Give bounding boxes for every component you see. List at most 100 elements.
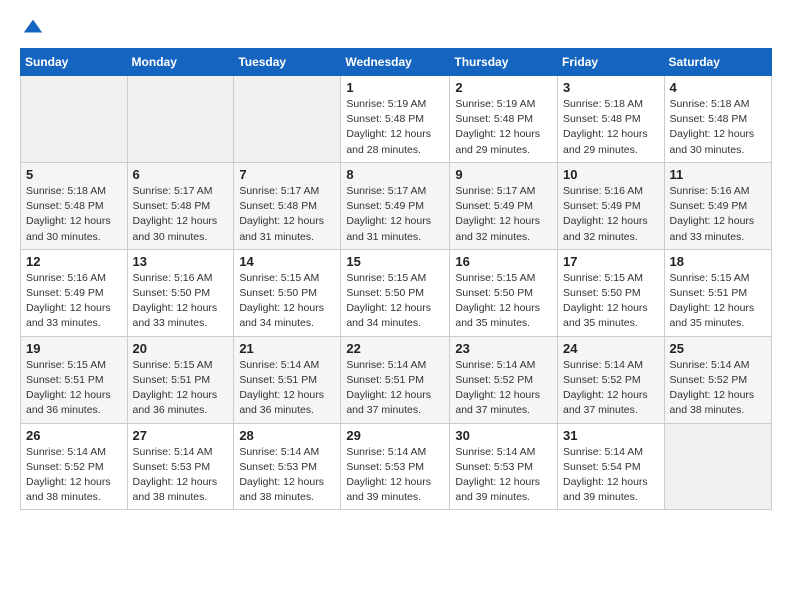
day-number: 20 — [133, 341, 229, 356]
day-info: Sunrise: 5:18 AM Sunset: 5:48 PM Dayligh… — [26, 184, 122, 245]
weekday-header: Saturday — [664, 49, 771, 76]
calendar-week-row: 5 Sunrise: 5:18 AM Sunset: 5:48 PM Daylig… — [21, 162, 772, 249]
calendar-cell — [664, 423, 771, 510]
day-info: Sunrise: 5:15 AM Sunset: 5:51 PM Dayligh… — [670, 271, 766, 332]
day-number: 24 — [563, 341, 659, 356]
day-number: 16 — [455, 254, 552, 269]
day-info: Sunrise: 5:14 AM Sunset: 5:52 PM Dayligh… — [455, 358, 552, 419]
day-number: 15 — [346, 254, 444, 269]
day-info: Sunrise: 5:14 AM Sunset: 5:52 PM Dayligh… — [563, 358, 659, 419]
calendar-cell: 17 Sunrise: 5:15 AM Sunset: 5:50 PM Dayli… — [558, 249, 665, 336]
day-info: Sunrise: 5:15 AM Sunset: 5:50 PM Dayligh… — [346, 271, 444, 332]
day-number: 8 — [346, 167, 444, 182]
calendar-cell: 22Sunrise: 5:14 AM Sunset: 5:51 PM Dayli… — [341, 336, 450, 423]
day-number: 14 — [239, 254, 335, 269]
day-info: Sunrise: 5:14 AM Sunset: 5:53 PM Dayligh… — [133, 445, 229, 506]
calendar-cell: 6 Sunrise: 5:17 AM Sunset: 5:48 PM Daylig… — [127, 162, 234, 249]
calendar-cell: 25 Sunrise: 5:14 AM Sunset: 5:52 PM Dayli… — [664, 336, 771, 423]
calendar-cell — [234, 76, 341, 163]
day-number: 7 — [239, 167, 335, 182]
day-info: Sunrise: 5:14 AM Sunset: 5:53 PM Dayligh… — [455, 445, 552, 506]
calendar-cell: 20 Sunrise: 5:15 AM Sunset: 5:51 PM Dayli… — [127, 336, 234, 423]
calendar-cell: 2 Sunrise: 5:19 AM Sunset: 5:48 PM Daylig… — [450, 76, 558, 163]
day-info: Sunrise: 5:16 AM Sunset: 5:49 PM Dayligh… — [670, 184, 766, 245]
day-info: Sunrise: 5:14 AM Sunset: 5:54 PM Dayligh… — [563, 445, 659, 506]
calendar-cell: 24 Sunrise: 5:14 AM Sunset: 5:52 PM Dayli… — [558, 336, 665, 423]
day-number: 29 — [346, 428, 444, 443]
calendar-cell — [127, 76, 234, 163]
day-info: Sunrise: 5:14 AM Sunset: 5:51 PM Dayligh… — [346, 358, 444, 419]
day-info: Sunrise: 5:19 AM Sunset: 5:48 PM Dayligh… — [346, 97, 444, 158]
day-number: 13 — [133, 254, 229, 269]
day-info: Sunrise: 5:16 AM Sunset: 5:49 PM Dayligh… — [563, 184, 659, 245]
calendar-cell: 11 Sunrise: 5:16 AM Sunset: 5:49 PM Dayli… — [664, 162, 771, 249]
calendar-cell: 7 Sunrise: 5:17 AM Sunset: 5:48 PM Daylig… — [234, 162, 341, 249]
calendar-cell: 27 Sunrise: 5:14 AM Sunset: 5:53 PM Dayli… — [127, 423, 234, 510]
calendar-cell: 30 Sunrise: 5:14 AM Sunset: 5:53 PM Dayli… — [450, 423, 558, 510]
weekday-header: Tuesday — [234, 49, 341, 76]
weekday-header: Monday — [127, 49, 234, 76]
day-number: 18 — [670, 254, 766, 269]
weekday-header: Wednesday — [341, 49, 450, 76]
day-number: 27 — [133, 428, 229, 443]
day-info: Sunrise: 5:18 AM Sunset: 5:48 PM Dayligh… — [670, 97, 766, 158]
day-number: 23 — [455, 341, 552, 356]
calendar-cell: 13 Sunrise: 5:16 AM Sunset: 5:50 PM Dayli… — [127, 249, 234, 336]
day-number: 3 — [563, 80, 659, 95]
day-info: Sunrise: 5:16 AM Sunset: 5:50 PM Dayligh… — [133, 271, 229, 332]
day-number: 21 — [239, 341, 335, 356]
day-info: Sunrise: 5:15 AM Sunset: 5:51 PM Dayligh… — [26, 358, 122, 419]
day-info: Sunrise: 5:14 AM Sunset: 5:53 PM Dayligh… — [239, 445, 335, 506]
day-number: 17 — [563, 254, 659, 269]
calendar-cell: 26Sunrise: 5:14 AM Sunset: 5:52 PM Dayli… — [21, 423, 128, 510]
calendar-cell: 10 Sunrise: 5:16 AM Sunset: 5:49 PM Dayli… — [558, 162, 665, 249]
day-info: Sunrise: 5:14 AM Sunset: 5:53 PM Dayligh… — [346, 445, 444, 506]
day-number: 11 — [670, 167, 766, 182]
day-info: Sunrise: 5:17 AM Sunset: 5:49 PM Dayligh… — [346, 184, 444, 245]
day-number: 25 — [670, 341, 766, 356]
day-number: 31 — [563, 428, 659, 443]
calendar-table: SundayMondayTuesdayWednesdayThursdayFrid… — [20, 48, 772, 510]
calendar-cell: 18 Sunrise: 5:15 AM Sunset: 5:51 PM Dayli… — [664, 249, 771, 336]
day-number: 26 — [26, 428, 122, 443]
day-number: 10 — [563, 167, 659, 182]
calendar-cell — [21, 76, 128, 163]
logo-icon — [22, 16, 44, 38]
calendar-cell: 12Sunrise: 5:16 AM Sunset: 5:49 PM Dayli… — [21, 249, 128, 336]
day-number: 6 — [133, 167, 229, 182]
day-info: Sunrise: 5:15 AM Sunset: 5:51 PM Dayligh… — [133, 358, 229, 419]
day-info: Sunrise: 5:15 AM Sunset: 5:50 PM Dayligh… — [239, 271, 335, 332]
day-info: Sunrise: 5:17 AM Sunset: 5:49 PM Dayligh… — [455, 184, 552, 245]
day-number: 2 — [455, 80, 552, 95]
day-number: 28 — [239, 428, 335, 443]
calendar-cell: 21 Sunrise: 5:14 AM Sunset: 5:51 PM Dayli… — [234, 336, 341, 423]
logo — [20, 16, 44, 38]
calendar-cell: 19 Sunrise: 5:15 AM Sunset: 5:51 PM Dayli… — [21, 336, 128, 423]
day-info: Sunrise: 5:14 AM Sunset: 5:52 PM Dayligh… — [670, 358, 766, 419]
page-header — [20, 16, 772, 38]
calendar-cell: 15 Sunrise: 5:15 AM Sunset: 5:50 PM Dayli… — [341, 249, 450, 336]
day-info: Sunrise: 5:19 AM Sunset: 5:48 PM Dayligh… — [455, 97, 552, 158]
calendar-cell: 28 Sunrise: 5:14 AM Sunset: 5:53 PM Dayli… — [234, 423, 341, 510]
day-info: Sunrise: 5:17 AM Sunset: 5:48 PM Dayligh… — [133, 184, 229, 245]
weekday-header: Friday — [558, 49, 665, 76]
weekday-header-row: SundayMondayTuesdayWednesdayThursdayFrid… — [21, 49, 772, 76]
weekday-header: Thursday — [450, 49, 558, 76]
calendar-cell: 29 Sunrise: 5:14 AM Sunset: 5:53 PM Dayli… — [341, 423, 450, 510]
day-number: 30 — [455, 428, 552, 443]
day-info: Sunrise: 5:18 AM Sunset: 5:48 PM Dayligh… — [563, 97, 659, 158]
day-number: 19 — [26, 341, 122, 356]
day-info: Sunrise: 5:15 AM Sunset: 5:50 PM Dayligh… — [563, 271, 659, 332]
day-number: 5 — [26, 167, 122, 182]
day-number: 1 — [346, 80, 444, 95]
day-info: Sunrise: 5:15 AM Sunset: 5:50 PM Dayligh… — [455, 271, 552, 332]
calendar-cell: 9Sunrise: 5:17 AM Sunset: 5:49 PM Daylig… — [450, 162, 558, 249]
calendar-cell: 8 Sunrise: 5:17 AM Sunset: 5:49 PM Daylig… — [341, 162, 450, 249]
day-info: Sunrise: 5:14 AM Sunset: 5:51 PM Dayligh… — [239, 358, 335, 419]
calendar-cell: 4Sunrise: 5:18 AM Sunset: 5:48 PM Daylig… — [664, 76, 771, 163]
calendar-cell: 23 Sunrise: 5:14 AM Sunset: 5:52 PM Dayli… — [450, 336, 558, 423]
calendar-week-row: 26Sunrise: 5:14 AM Sunset: 5:52 PM Dayli… — [21, 423, 772, 510]
calendar-week-row: 12Sunrise: 5:16 AM Sunset: 5:49 PM Dayli… — [21, 249, 772, 336]
day-info: Sunrise: 5:17 AM Sunset: 5:48 PM Dayligh… — [239, 184, 335, 245]
calendar-week-row: 19 Sunrise: 5:15 AM Sunset: 5:51 PM Dayli… — [21, 336, 772, 423]
